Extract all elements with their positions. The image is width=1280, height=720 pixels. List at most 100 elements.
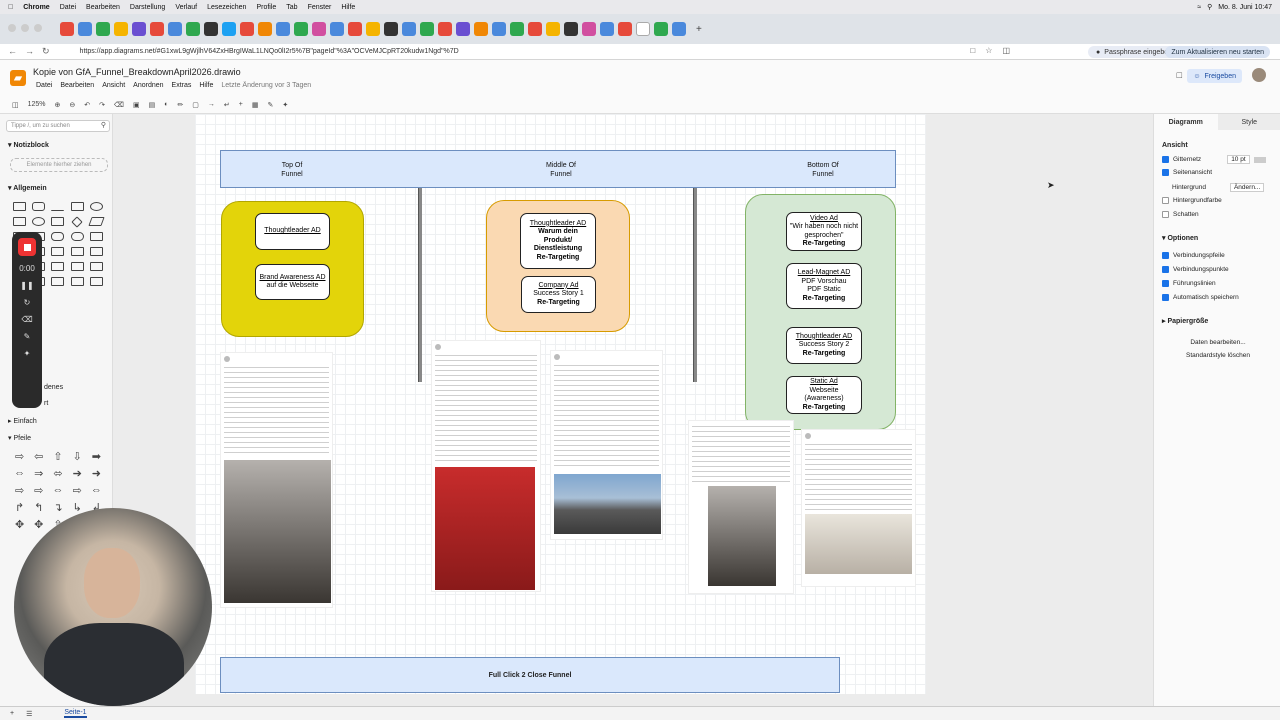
draw-icon[interactable]: ✎	[24, 332, 31, 341]
autosave-option[interactable]: Automatisch speichern	[1162, 294, 1239, 301]
card-brand-awareness-ad[interactable]: Brand Awareness AD auf die Webseite	[255, 264, 330, 300]
section-general[interactable]: ▾ Allgemein	[8, 184, 47, 192]
shape-actor[interactable]	[70, 262, 84, 271]
pages-menu-icon[interactable]: ☰	[26, 710, 32, 718]
connection-icon[interactable]: →	[208, 101, 215, 108]
stop-recording-button[interactable]	[18, 238, 36, 256]
arrow-bend-icon[interactable]: ↴	[48, 501, 67, 514]
grid-size-input[interactable]: 10 pt	[1227, 155, 1250, 164]
fill-color-icon[interactable]: ◐	[164, 101, 168, 108]
arrow-bend-icon[interactable]: ↱	[10, 501, 29, 514]
zoom-out-icon[interactable]: ⊖	[69, 101, 75, 109]
menu-darstellung[interactable]: Darstellung	[130, 4, 165, 11]
close-window-icon[interactable]	[8, 24, 16, 32]
back-icon[interactable]: ←	[8, 46, 17, 57]
browser-tab[interactable]	[240, 22, 254, 36]
browser-tab[interactable]	[384, 22, 398, 36]
effects-icon[interactable]: ✦	[24, 349, 31, 358]
browser-tab[interactable]	[672, 22, 686, 36]
connection-points-checkbox[interactable]	[1162, 266, 1169, 273]
browser-tab[interactable]	[150, 22, 164, 36]
arrow-right-icon[interactable]: ⇒	[29, 467, 48, 480]
arrow-left-right-icon[interactable]: ⇔	[87, 484, 106, 497]
last-change-status[interactable]: Letzte Änderung vor 3 Tagen	[221, 82, 311, 89]
guides-checkbox[interactable]	[1162, 280, 1169, 287]
shape-ellipse[interactable]	[89, 202, 103, 211]
shape-circle[interactable]	[32, 217, 46, 226]
card-static-ad[interactable]: Static Ad Webseite (Awareness) Re-Target…	[786, 376, 862, 414]
minimize-window-icon[interactable]	[21, 24, 29, 32]
full-click-2-close-funnel-band[interactable]: Full Click 2 Close Funnel	[220, 657, 840, 693]
menu-file[interactable]: Datei	[36, 82, 52, 89]
browser-tab[interactable]	[348, 22, 362, 36]
arrow-right-icon[interactable]: ⇨	[10, 484, 29, 497]
column-top-of-funnel[interactable]: Top Of Funnel	[262, 161, 322, 179]
arrow-left-right-icon[interactable]: ⇔	[48, 484, 67, 497]
restart-icon[interactable]: ↻	[24, 298, 31, 307]
browser-tab[interactable]	[366, 22, 380, 36]
card-thoughtleader-ad-top[interactable]: Thoughtleader AD	[255, 213, 330, 250]
shape-parallelogram[interactable]	[88, 217, 105, 226]
menu-tab[interactable]: Tab	[286, 4, 297, 11]
card-lead-magnet-ad[interactable]: Lead-Magnet AD PDF Vorschau PDF Static R…	[786, 263, 862, 309]
menu-verlauf[interactable]: Verlauf	[175, 4, 197, 11]
card-thoughtleader-ad-bottom[interactable]: Thoughtleader AD Success Story 2 Re-Targ…	[786, 327, 862, 364]
to-front-icon[interactable]: ▣	[133, 101, 140, 109]
browser-tab[interactable]	[168, 22, 182, 36]
ai-icon[interactable]: ✦	[282, 101, 288, 109]
column-bottom-of-funnel[interactable]: Bottom Of Funnel	[793, 161, 853, 179]
section-arrows[interactable]: ▾ Pfeile	[8, 434, 31, 442]
shape-square[interactable]	[13, 217, 27, 226]
shape-cylinder[interactable]	[51, 232, 65, 241]
fullscreen-window-icon[interactable]	[34, 24, 42, 32]
shape-list[interactable]	[51, 277, 65, 286]
arrow-left-right-icon[interactable]: ⬄	[48, 467, 67, 480]
arrow-right-icon[interactable]: ➔	[68, 467, 87, 480]
browser-tab[interactable]	[438, 22, 452, 36]
arrow-left-icon[interactable]: ⇦	[29, 450, 48, 463]
add-page-icon[interactable]: +	[10, 710, 14, 717]
browser-tab[interactable]	[474, 22, 488, 36]
shape-cloud[interactable]	[70, 232, 84, 241]
shape-tape[interactable]	[89, 247, 103, 256]
browser-tab[interactable]	[510, 22, 524, 36]
shape-search-input[interactable]: Tippe /, um zu suchen ⚲	[6, 120, 110, 132]
arrow-up-icon[interactable]: ⇧	[48, 450, 67, 463]
column-middle-of-funnel[interactable]: Middle Of Funnel	[531, 161, 591, 179]
arrow-bend-icon[interactable]: ↰	[29, 501, 48, 514]
connection-arrows-option[interactable]: Verbindungspfeile	[1162, 252, 1225, 259]
zoom-in-icon[interactable]: ⊕	[55, 101, 61, 109]
browser-tab[interactable]	[654, 22, 668, 36]
page-view-checkbox[interactable]	[1162, 169, 1169, 176]
extension-icon[interactable]: ◫	[1002, 46, 1010, 55]
browser-tab[interactable]	[294, 22, 308, 36]
new-tab-icon[interactable]: +	[696, 24, 702, 35]
format-panel-icon[interactable]: ◫	[12, 101, 19, 109]
shape-trapezoid[interactable]	[70, 247, 84, 256]
comments-icon[interactable]: □	[1177, 70, 1182, 80]
browser-tab[interactable]	[132, 22, 146, 36]
grid-checkbox[interactable]	[1162, 156, 1169, 163]
table-icon[interactable]: ▦	[252, 101, 259, 109]
app-menu-chrome[interactable]: Chrome	[23, 4, 49, 11]
menu-edit[interactable]: Bearbeiten	[60, 82, 94, 89]
browser-tab[interactable]	[186, 22, 200, 36]
autosave-checkbox[interactable]	[1162, 294, 1169, 301]
browser-tab[interactable]	[258, 22, 272, 36]
browser-tab[interactable]	[330, 22, 344, 36]
shape-document[interactable]	[89, 232, 103, 241]
shape-swimlane[interactable]	[70, 277, 84, 286]
menu-fenster[interactable]: Fenster	[308, 4, 332, 11]
apple-icon[interactable]: 	[8, 4, 13, 11]
arrow-quad-icon[interactable]: ✥	[10, 518, 29, 531]
delete-icon[interactable]: ⌫	[114, 101, 124, 109]
trash-icon[interactable]: ⌫	[21, 315, 32, 324]
shape-step[interactable]	[51, 247, 65, 256]
shape-frame[interactable]	[89, 277, 103, 286]
bg-color-option[interactable]: Hintergrundfarbe	[1162, 197, 1222, 204]
card-video-ad[interactable]: Video Ad "Wir haben noch nicht gesproche…	[786, 212, 862, 251]
browser-tab[interactable]	[114, 22, 128, 36]
reload-icon[interactable]: ↻	[42, 46, 50, 57]
shadow-checkbox[interactable]	[1162, 211, 1169, 218]
section-simple[interactable]: ▸ Einfach	[8, 417, 37, 425]
